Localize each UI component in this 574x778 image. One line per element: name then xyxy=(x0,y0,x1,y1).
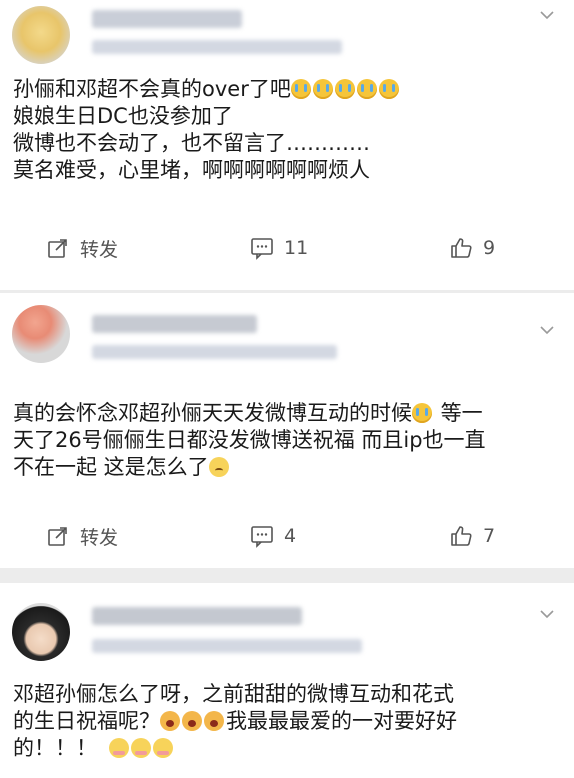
thumbs-up-icon xyxy=(451,238,472,258)
username-blurred[interactable] xyxy=(92,315,257,333)
chevron-down-icon[interactable] xyxy=(540,8,554,22)
cute-emoji-icon xyxy=(153,738,173,758)
comment-line: 微博也不会动了，也不留言了………… xyxy=(13,131,370,155)
repost-button[interactable]: 转发 xyxy=(46,516,118,556)
comment-count: 11 xyxy=(284,237,309,259)
comment-line: 邓超孙俪怎么了呀，之前甜甜的微博互动和花式 xyxy=(13,682,454,706)
comment-icon xyxy=(251,238,273,260)
comment-line: 娘娘生日DC也没参加了 xyxy=(13,104,233,128)
crying-emoji-icon xyxy=(290,79,311,99)
crying-emoji-icon xyxy=(378,79,399,99)
crying-emoji-icon xyxy=(334,79,355,99)
comment-text: 孙俪和邓超不会真的over了吧 娘娘生日DC也没参加了 微博也不会动了，也不留言… xyxy=(13,76,560,184)
post-meta-blurred xyxy=(92,40,342,54)
like-button[interactable]: 9 xyxy=(449,228,495,268)
repost-icon xyxy=(48,239,67,258)
comment-button[interactable]: 11 xyxy=(250,228,308,268)
cute-emoji-icon xyxy=(109,738,129,758)
chevron-down-icon[interactable] xyxy=(540,607,554,621)
comment-card: 真的会怀念邓超孙俪天天发微博互动的时候 等一 天了26号俪俪生日都没发微博送祝福… xyxy=(0,293,574,568)
repost-label: 转发 xyxy=(80,238,119,261)
cute-emoji-icon xyxy=(131,738,151,758)
crying-emoji-icon xyxy=(356,79,377,99)
weibo-comment-feed: 孙俪和邓超不会真的over了吧 娘娘生日DC也没参加了 微博也不会动了，也不留言… xyxy=(0,0,574,778)
comment-icon xyxy=(251,526,273,548)
repost-label: 转发 xyxy=(80,526,119,549)
comment-button[interactable]: 4 xyxy=(250,516,296,556)
username-blurred[interactable] xyxy=(92,10,242,28)
comment-line: 孙俪和邓超不会真的over了吧 xyxy=(13,77,291,101)
comment-text: 真的会怀念邓超孙俪天天发微博互动的时候 等一 天了26号俪俪生日都没发微博送祝福… xyxy=(13,400,560,481)
comment-line: 莫名难受，心里堵，啊啊啊啊啊啊烦人 xyxy=(13,158,370,182)
comment-card: 孙俪和邓超不会真的over了吧 娘娘生日DC也没参加了 微博也不会动了，也不留言… xyxy=(0,0,574,290)
like-count: 7 xyxy=(483,525,496,547)
thumbs-up-icon xyxy=(451,526,472,546)
crying-emoji-icon xyxy=(312,79,333,99)
scream-emoji-icon xyxy=(182,711,202,731)
avatar[interactable] xyxy=(12,305,70,363)
comment-line: 的！！！ xyxy=(13,736,97,760)
like-count: 9 xyxy=(483,237,496,259)
repost-button[interactable]: 转发 xyxy=(46,228,118,268)
comment-card: 邓超孙俪怎么了呀，之前甜甜的微博互动和花式 的生日祝福呢？ 我最最最爱的一对要好好… xyxy=(0,583,574,778)
username-blurred[interactable] xyxy=(92,607,302,625)
action-bar: 转发 11 9 xyxy=(0,228,574,268)
comment-line: 不在一起 这是怎么了 xyxy=(13,455,209,479)
scream-emoji-icon xyxy=(204,711,224,731)
comment-line: 我最最最爱的一对要好好 xyxy=(226,709,457,733)
comment-line: 天了26号俪俪生日都没发微博送祝福 而且ip也一直 xyxy=(13,428,486,452)
crying-emoji-icon xyxy=(412,403,432,423)
comment-line: 等一 xyxy=(434,401,483,425)
comment-text: 邓超孙俪怎么了呀，之前甜甜的微博互动和花式 的生日祝福呢？ 我最最最爱的一对要好好… xyxy=(13,681,560,762)
action-bar: 转发 4 7 xyxy=(0,516,574,556)
avatar[interactable] xyxy=(12,6,70,64)
scream-emoji-icon xyxy=(160,711,180,731)
chevron-down-icon[interactable] xyxy=(540,323,554,337)
like-button[interactable]: 7 xyxy=(449,516,495,556)
post-meta-blurred xyxy=(92,639,362,653)
comment-line: 的生日祝福呢？ xyxy=(13,709,160,733)
avatar[interactable] xyxy=(12,603,70,661)
comment-count: 4 xyxy=(284,525,297,547)
repost-icon xyxy=(48,527,67,546)
comment-line: 真的会怀念邓超孙俪天天发微博互动的时候 xyxy=(13,401,412,425)
post-meta-blurred xyxy=(92,345,337,359)
sad-emoji-icon xyxy=(208,457,229,477)
